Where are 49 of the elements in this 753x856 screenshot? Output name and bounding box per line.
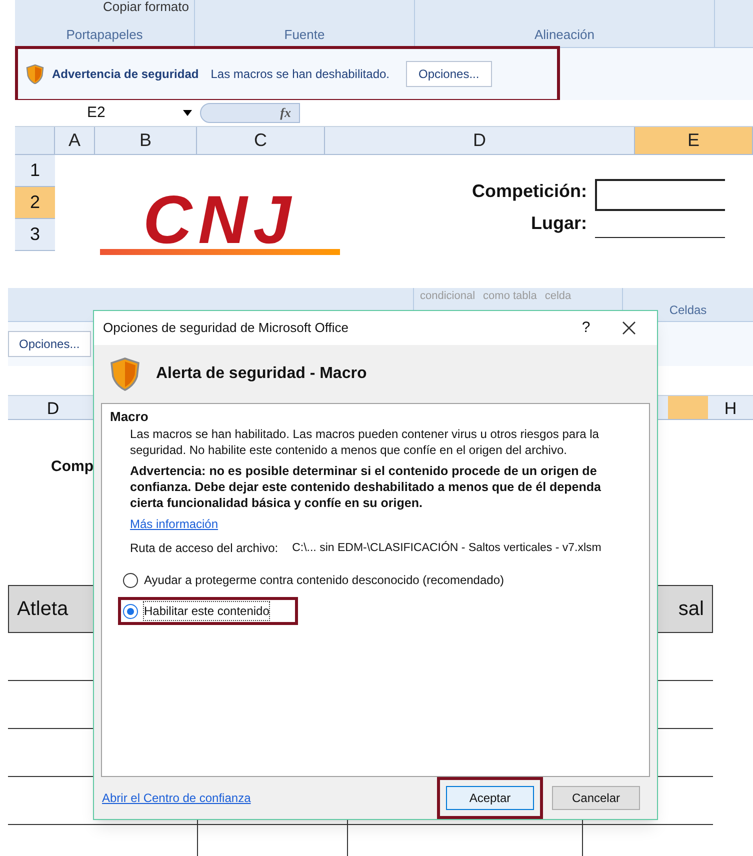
warning-title: Advertencia de seguridad — [52, 66, 199, 83]
function-label: fx — [280, 104, 291, 122]
ribbon-group-label: Portapapeles — [65, 26, 144, 44]
dropdown-caret-icon — [183, 110, 192, 116]
column-header[interactable]: E — [635, 127, 753, 155]
more-info-link[interactable]: Más información — [130, 516, 218, 532]
dialog-title: Opciones de seguridad de Microsoft Office — [103, 319, 350, 338]
radio-button[interactable] — [123, 572, 138, 588]
column-header[interactable]: D — [325, 127, 635, 155]
ribbon-group-label: Celdas — [669, 302, 707, 319]
dialog-heading: Alerta de seguridad - Macro — [156, 364, 367, 384]
close-icon — [622, 321, 636, 336]
column-header[interactable]: H — [724, 396, 737, 419]
dialog-button[interactable]: Cancelar — [552, 786, 640, 810]
radio-button[interactable] — [123, 604, 138, 619]
ribbon-button-label[interactable]: Copiar formato — [103, 0, 189, 14]
column-header[interactable]: B — [95, 127, 197, 155]
field-label: Lugar: — [531, 212, 587, 235]
dialog-button[interactable]: Aceptar — [446, 786, 534, 810]
row-header[interactable]: 2 — [15, 187, 55, 219]
radio-option[interactable]: Habilitar este contenido — [118, 597, 298, 626]
trust-center-link[interactable]: Abrir el Centro de confianza — [102, 788, 437, 807]
competition-cell[interactable] — [595, 178, 725, 210]
options-button[interactable]: Opciones... — [8, 331, 91, 357]
help-button[interactable]: ? — [571, 316, 601, 340]
column-header[interactable]: C — [197, 127, 325, 155]
ribbon-group-label: Fuente — [283, 26, 326, 44]
section-title: Macro — [110, 408, 150, 426]
shield-icon — [26, 64, 44, 84]
cell-text: Comp — [51, 457, 94, 478]
file-path: C:\... sin EDM-\CLASIFICACIÓN - Saltos verticales - v7.xlsm — [292, 540, 602, 556]
warning-text: Advertencia: no es posible determinar si el contenido procede de un origen de confianza. Debe dejar este contenido deshabilitado a menos que de él dependa cierta funcionalidad básica y confíe en su origen. — [130, 463, 602, 512]
column-header[interactable]: A — [55, 127, 95, 155]
table-header: sal — [678, 597, 704, 622]
options-button[interactable]: Opciones... — [406, 61, 492, 87]
shield-icon — [110, 356, 140, 392]
row-header[interactable]: 3 — [15, 219, 55, 251]
logo: CNJ — [142, 191, 298, 249]
radio-option[interactable]: Ayudar a protegerme contra contenido desconocido (recomendado) — [118, 566, 509, 594]
ribbon-group-label: Alineación — [534, 26, 596, 44]
column-header[interactable]: D — [46, 396, 60, 419]
table-header: Atleta — [17, 597, 68, 622]
field-label: Competición: — [472, 180, 587, 203]
path-label: Ruta de acceso del archivo: — [130, 540, 278, 556]
function-button[interactable]: fx — [200, 103, 300, 123]
intro-text: Las macros se han habilitado. Las macros pueden contener virus u otros riesgos para la seguridad. No habilite este contenido a menos que confíe en el origen del archivo. — [130, 426, 600, 458]
row-header[interactable]: 1 — [15, 155, 55, 187]
warning-message: Las macros se han deshabilitado. — [210, 66, 390, 83]
name-box[interactable]: E2 — [15, 102, 200, 124]
